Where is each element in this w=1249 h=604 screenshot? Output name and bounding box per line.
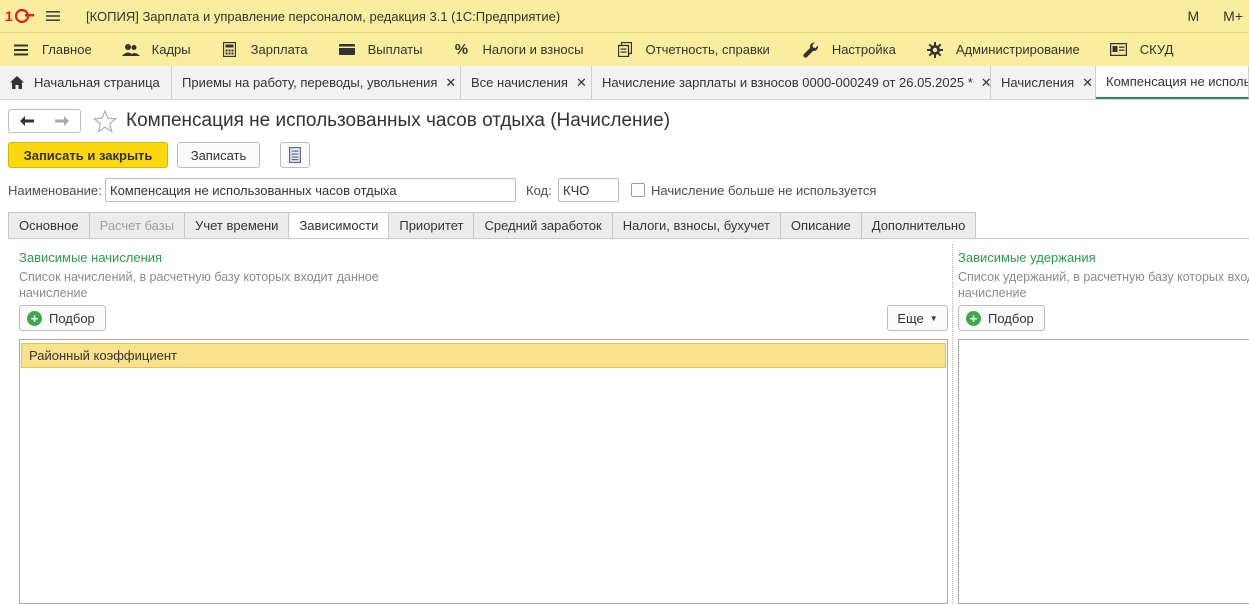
arrow-right-icon — [55, 116, 69, 126]
documents-icon — [616, 41, 634, 59]
arrow-left-icon — [19, 116, 34, 126]
dependent-accruals-table[interactable]: Районный коэффициент — [19, 339, 948, 604]
plus-icon: + — [27, 310, 42, 326]
1c-logo-icon: 1 — [0, 0, 40, 32]
tab-home-page[interactable]: Начальная страница — [0, 66, 172, 99]
dependent-deductions-title: Зависимые удержания — [958, 250, 1096, 265]
section-main[interactable]: Главное — [0, 33, 106, 67]
people-icon — [121, 41, 140, 59]
tab-payroll-document[interactable]: Начисление зарплаты и взносов 0000-00024… — [592, 66, 992, 99]
table-row[interactable]: Районный коэффициент — [21, 343, 946, 368]
more-button[interactable]: Еще ▼ — [887, 305, 948, 331]
window-title: [КОПИЯ] Зарплата и управление персоналом… — [86, 8, 561, 24]
wrench-icon — [802, 41, 820, 59]
title-bar: 1 [КОПИЯ] Зарплата и управление персонал… — [0, 0, 1249, 32]
plus-icon: + — [966, 310, 981, 326]
dependent-accruals-description: Список начислений, в расчетную базу кото… — [19, 270, 379, 300]
tab-hiring[interactable]: Приемы на работу, переводы, увольнения ✕ — [172, 66, 461, 99]
main-menu-icon[interactable] — [40, 0, 66, 32]
tab-time-tracking[interactable]: Учет времени — [185, 212, 290, 239]
section-salary[interactable]: Зарплата — [209, 33, 322, 67]
bookmark-add-button[interactable]: M+ — [1223, 8, 1243, 24]
forward-button[interactable] — [44, 109, 81, 133]
tab-main[interactable]: Основное — [8, 212, 90, 239]
open-windows-bar: Начальная страница Приемы на работу, пер… — [0, 66, 1249, 100]
wallet-icon — [338, 41, 356, 59]
id-card-icon — [1110, 41, 1128, 59]
dependent-deductions-table[interactable] — [958, 339, 1249, 604]
tab-base-calc[interactable]: Расчет базы — [89, 212, 186, 239]
section-taxes[interactable]: % Налоги и взносы — [440, 33, 597, 67]
tab-additional[interactable]: Дополнительно — [861, 212, 977, 239]
menu-icon — [12, 41, 30, 59]
close-icon[interactable]: ✕ — [445, 75, 456, 91]
code-label: Код: — [526, 183, 552, 198]
tab-accruals[interactable]: Начисления ✕ — [991, 66, 1096, 99]
form-title: Компенсация не использованных часов отды… — [126, 110, 671, 131]
back-button[interactable] — [8, 109, 45, 133]
group-divider — [952, 244, 953, 604]
tab-average-earnings[interactable]: Средний заработок — [474, 212, 613, 239]
section-skud[interactable]: СКУД — [1098, 33, 1188, 67]
section-hr[interactable]: Кадры — [110, 33, 205, 67]
svg-text:1: 1 — [5, 8, 13, 24]
close-icon[interactable]: ✕ — [1082, 75, 1093, 91]
calculator-icon — [221, 41, 239, 59]
unused-checkbox[interactable] — [631, 183, 645, 197]
percent-icon: % — [454, 41, 469, 58]
tab-divider — [8, 238, 1249, 239]
name-label: Наименование: — [8, 183, 102, 198]
dependent-deductions-description: Список удержаний, в расчетную базу котор… — [958, 270, 1249, 300]
section-panel: Главное Кадры Зарплата Выплаты % Налоги … — [0, 32, 1249, 66]
close-icon[interactable]: ✕ — [576, 75, 587, 91]
section-settings[interactable]: Настройка — [790, 33, 910, 67]
unused-checkbox-label: Начисление больше не используется — [651, 183, 877, 198]
save-button[interactable]: Записать — [177, 142, 260, 168]
gear-icon — [926, 41, 944, 59]
tab-all-accruals[interactable]: Все начисления ✕ — [461, 66, 592, 99]
pick-accruals-button[interactable]: + Подбор — [19, 305, 106, 331]
tab-priority[interactable]: Приоритет — [389, 212, 475, 239]
tab-description[interactable]: Описание — [780, 212, 862, 239]
tab-taxes[interactable]: Налоги, взносы, бухучет — [612, 212, 781, 239]
name-input[interactable]: Компенсация не использованных часов отды… — [105, 178, 516, 202]
pick-deductions-button[interactable]: + Подбор — [958, 305, 1045, 331]
dependent-accruals-title: Зависимые начисления — [19, 250, 163, 265]
code-input[interactable]: КЧО — [558, 178, 619, 202]
favorite-star-icon[interactable] — [92, 109, 118, 133]
section-payments[interactable]: Выплаты — [326, 33, 437, 67]
form-tabs: Основное Расчет базы Учет времени Зависи… — [8, 212, 977, 239]
save-and-close-button[interactable]: Записать и закрыть — [8, 142, 168, 168]
section-reports[interactable]: Отчетность, справки — [604, 33, 784, 67]
tab-current-form[interactable]: Компенсация не использованных часов отды… — [1096, 66, 1249, 99]
bookmark-button[interactable]: M — [1187, 8, 1199, 24]
home-icon — [10, 76, 24, 89]
close-icon[interactable]: ✕ — [981, 75, 992, 91]
document-list-icon — [289, 147, 301, 163]
tab-dependencies[interactable]: Зависимости — [289, 212, 390, 239]
chevron-down-icon: ▼ — [929, 313, 938, 323]
report-button[interactable] — [280, 142, 310, 168]
section-administration[interactable]: Администрирование — [914, 33, 1094, 67]
